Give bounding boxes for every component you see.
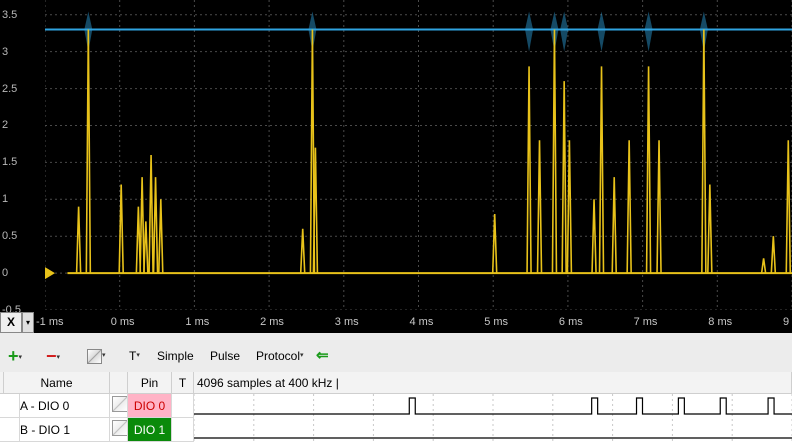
y-tick-label: 2.5 <box>2 82 18 95</box>
y-tick-label: 2 <box>2 119 9 132</box>
pin-cell[interactable]: DIO 1 <box>128 418 172 442</box>
x-tick-label: 9 <box>783 316 790 328</box>
samples-info: 4096 samples at 400 kHz | <box>194 372 792 394</box>
dio0-spike <box>645 66 652 274</box>
trace-glitch-mark <box>644 11 653 52</box>
channel-edit-cell[interactable] <box>110 394 128 418</box>
trigger-cell[interactable] <box>172 418 194 442</box>
column-header-t[interactable]: T <box>172 372 194 394</box>
pulse-button[interactable]: Pulse <box>210 346 240 366</box>
y-tick-label: 1.5 <box>2 156 18 169</box>
x-axis-dropdown-icon[interactable]: ▾ <box>22 312 34 333</box>
trigger-cell[interactable] <box>172 394 194 418</box>
dio0-spike <box>611 177 618 274</box>
back-arrow-icon[interactable]: ⇐ <box>316 346 329 366</box>
dio0-spike <box>526 66 532 274</box>
edit-button[interactable]: ▾ <box>87 346 106 366</box>
edit-icon <box>87 349 102 365</box>
y-tick-label: 0 <box>2 267 9 280</box>
dio0-spike <box>760 258 767 274</box>
y-tick-label: 3.5 <box>2 8 18 21</box>
remove-dropdown-icon[interactable]: ▾ <box>57 354 61 361</box>
dio0-spike <box>148 154 154 274</box>
dio0-spike <box>656 140 662 274</box>
channel-name[interactable]: A - DIO 0 <box>20 394 110 418</box>
x-tick-label: 2 ms <box>260 316 284 328</box>
channel-name[interactable]: B - DIO 1 <box>20 418 110 442</box>
protocol-label: Protocol <box>256 349 301 363</box>
dio0-spike <box>75 206 82 274</box>
dio0-spike <box>551 29 558 274</box>
dio0-spike <box>143 221 149 274</box>
channel-edit-cell[interactable] <box>110 418 128 442</box>
column-header-pin[interactable]: Pin <box>128 372 172 394</box>
plot-area[interactable] <box>45 0 792 310</box>
dio0-spike <box>299 228 306 274</box>
column-header-icon <box>110 372 128 394</box>
dio0-spike <box>598 66 605 274</box>
dio0-spike <box>707 184 713 274</box>
remove-channel-button[interactable]: −▾ <box>46 346 60 366</box>
x-tick-label: 5 ms <box>484 316 509 328</box>
x-tick-label: 8 ms <box>708 316 733 328</box>
x-tick-label: -1 ms <box>36 316 64 328</box>
edit-dropdown-icon[interactable]: ▾ <box>102 352 106 359</box>
x-tick-label: 4 ms <box>409 316 434 328</box>
dio0-spike <box>785 140 792 274</box>
add-channel-button[interactable]: +▾ <box>8 346 22 366</box>
dio0-spike <box>536 140 543 274</box>
dio0-spike <box>770 236 777 274</box>
trigger-button[interactable]: T▾ <box>129 346 140 366</box>
edit-icon <box>112 396 127 412</box>
dio0-spike <box>561 81 567 274</box>
pin-cell[interactable]: DIO 0 <box>128 394 172 418</box>
dio0-spike <box>701 29 707 274</box>
y-tick-label: 1 <box>2 193 9 206</box>
protocol-button[interactable]: Protocol▾ <box>256 346 304 366</box>
trace-glitch-mark <box>560 11 569 52</box>
dio0-spike <box>591 199 597 274</box>
dio0-spike <box>491 214 498 274</box>
channel-table: Name Pin T 4096 samples at 400 kHz | A -… <box>0 372 792 443</box>
dio0-spike <box>85 29 92 274</box>
x-tick-label: 7 ms <box>633 316 658 328</box>
row-marker <box>0 418 20 442</box>
x-tick-label: 6 ms <box>558 316 583 328</box>
toolbar: +▾ −▾ ▾ T▾ Simple Pulse Protocol▾ ⇐ <box>0 340 792 372</box>
dio0-spike <box>118 184 124 274</box>
trace-glitch-mark <box>525 11 534 52</box>
digital-waveform-area[interactable] <box>194 394 792 443</box>
add-dropdown-icon[interactable]: ▾ <box>19 354 23 361</box>
trace-glitch-mark <box>597 11 606 52</box>
x-axis-select-button[interactable]: X <box>0 312 22 333</box>
simple-button[interactable]: Simple <box>157 346 194 366</box>
dio0-spike <box>152 177 159 274</box>
x-tick-label: 0 ms <box>110 316 135 328</box>
protocol-dropdown-icon[interactable]: ▾ <box>300 352 304 359</box>
edit-icon <box>112 420 127 436</box>
column-header-name[interactable]: Name <box>4 372 110 394</box>
oscilloscope-view[interactable]: 3.5 3 2.5 2 1.5 1 0.5 0 -0.5 -1 ms 0 ms 1 ms 2 ms 3 … <box>0 0 792 333</box>
dio0-spike <box>139 177 145 274</box>
x-tick-label: 1 ms <box>185 316 210 328</box>
add-icon: + <box>8 346 19 366</box>
y-tick-label: 3 <box>2 45 9 58</box>
row-marker <box>0 394 20 418</box>
y-tick-label: 0.5 <box>2 230 18 243</box>
trigger-dropdown-icon[interactable]: ▾ <box>136 352 140 359</box>
x-tick-label: 3 ms <box>334 316 359 328</box>
remove-icon: − <box>46 346 57 366</box>
trigger-marker <box>45 267 55 280</box>
dio0-spike <box>626 140 632 274</box>
